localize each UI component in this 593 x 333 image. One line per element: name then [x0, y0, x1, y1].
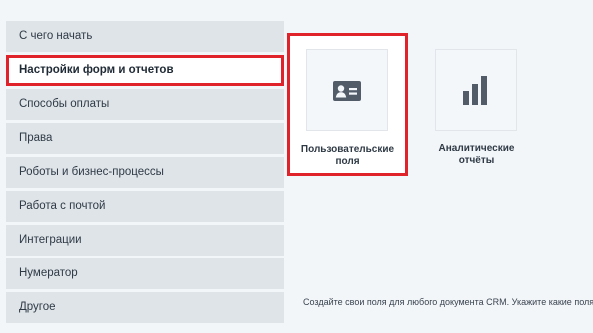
sidebar-item-label: Роботы и бизнес-процессы	[19, 166, 164, 178]
analytics-reports-card[interactable]: Аналитические отчёты	[420, 33, 533, 176]
sidebar-item-numerator[interactable]: Нумератор	[6, 258, 284, 289]
sidebar-item-payment-methods[interactable]: Способы оплаты	[6, 89, 284, 120]
card-label-line: отчёты	[458, 155, 495, 166]
sidebar-item-label: Интеграции	[19, 234, 82, 246]
custom-fields-card[interactable]: Пользовательские поля	[287, 33, 408, 176]
card-label-line: Аналитические	[438, 143, 515, 154]
sidebar-item-permissions[interactable]: Права	[6, 123, 284, 154]
sidebar-item-label: Права	[19, 132, 53, 144]
sidebar-item-integrations[interactable]: Интеграции	[6, 225, 284, 256]
custom-fields-tile	[306, 49, 388, 131]
sidebar-item-label: Другое	[19, 301, 56, 313]
card-label-line: поля	[335, 156, 360, 167]
analytics-reports-tile	[435, 49, 517, 131]
sidebar-item-label: Нумератор	[19, 267, 78, 279]
card-label-line: Пользовательские	[300, 144, 395, 155]
contact-card-icon	[333, 81, 361, 101]
sidebar-item-label: С чего начать	[19, 30, 93, 42]
sidebar-item-forms-reports-settings[interactable]: Настройки форм и отчетов	[6, 55, 284, 86]
sidebar-item-label: Способы оплаты	[19, 98, 110, 110]
sidebar-item-mail[interactable]: Работа с почтой	[6, 191, 284, 222]
sidebar-item-other[interactable]: Другое	[6, 292, 284, 323]
settings-sidebar: С чего начать Настройки форм и отчетов С…	[6, 21, 284, 327]
sidebar-item-label: Работа с почтой	[19, 200, 106, 212]
sidebar-item-getting-started[interactable]: С чего начать	[6, 21, 284, 52]
sidebar-item-label: Настройки форм и отчетов	[19, 64, 174, 76]
custom-fields-label: Пользовательские поля	[290, 144, 405, 168]
description-text: Создайте свои поля для любого документа …	[303, 297, 593, 307]
sidebar-item-robots-business-processes[interactable]: Роботы и бизнес-процессы	[6, 157, 284, 188]
analytics-reports-label: Аналитические отчёты	[420, 143, 533, 167]
bar-chart-icon	[463, 76, 487, 105]
